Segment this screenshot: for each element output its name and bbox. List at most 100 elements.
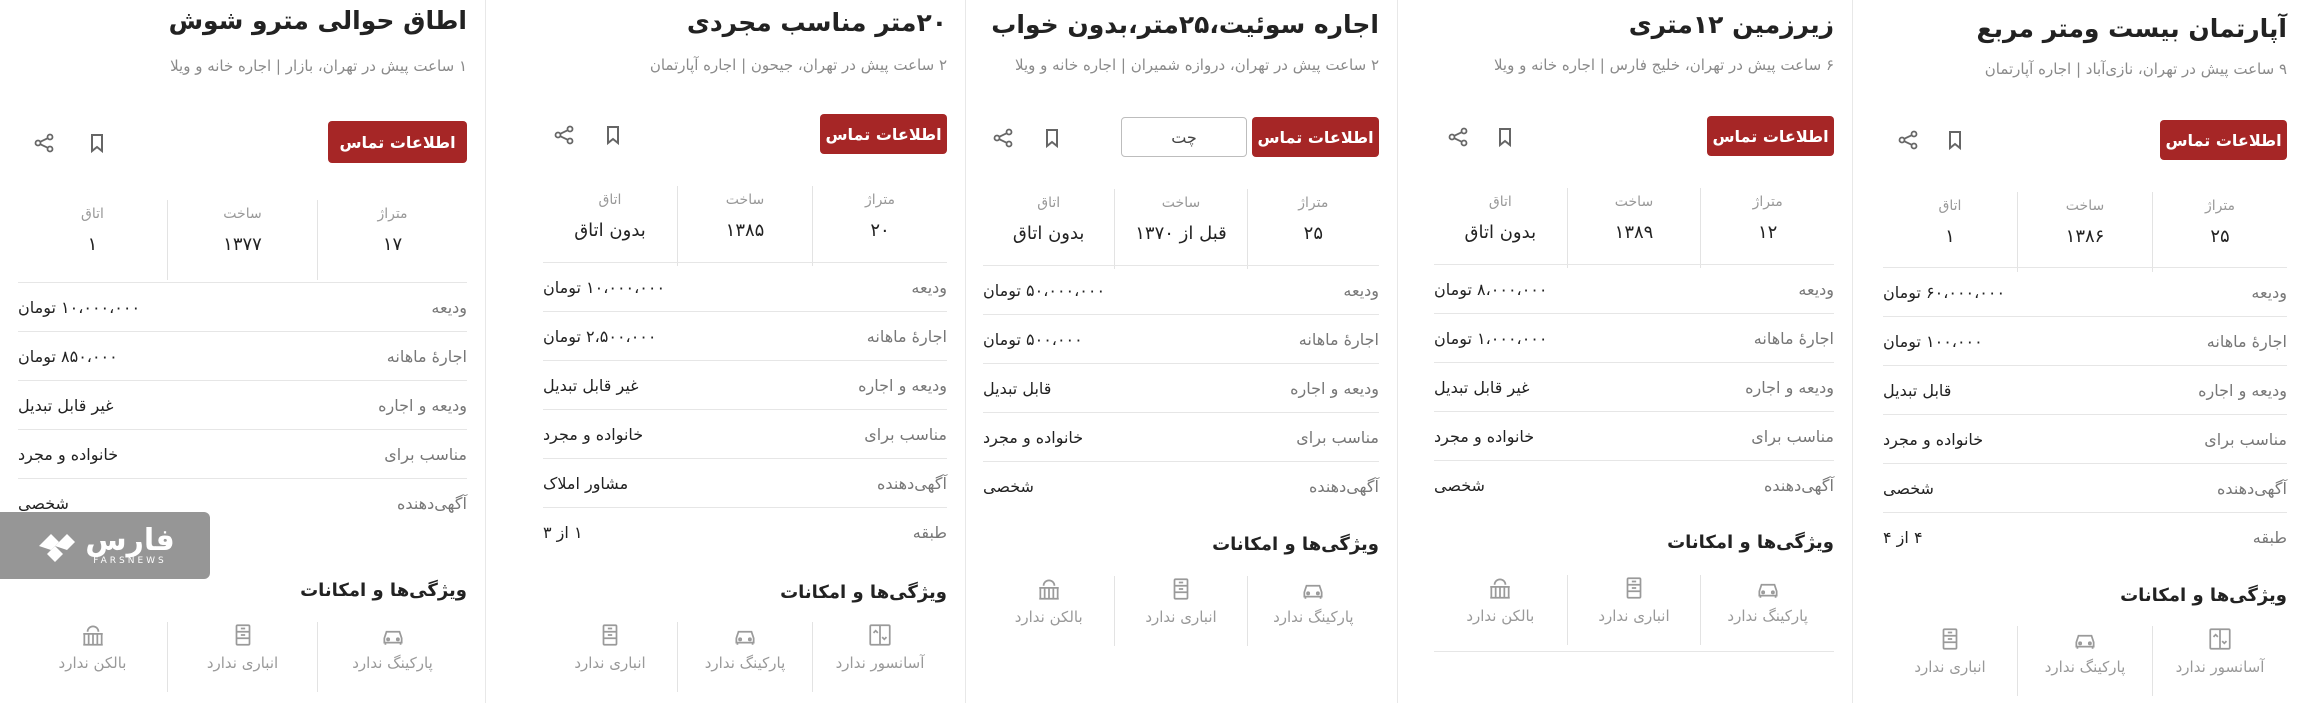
listing-subtitle: ۶ ساعت پیش در تهران، خلیج فارس | اجاره خ… xyxy=(1493,56,1834,74)
row-advertiser: آگهی‌دهنده شخصی xyxy=(1434,460,1834,509)
row-floor: طبقه ۱ از ۳ xyxy=(543,507,947,556)
row-advertiser: آگهی‌دهنده مشاور املاک xyxy=(543,458,947,507)
watermark: فارس FARSNEWS xyxy=(0,512,210,579)
listing-subtitle: ۱ ساعت پیش در تهران، بازار | اجاره خانه … xyxy=(170,57,467,75)
stat-area: متراژ ۲۵ xyxy=(1298,195,1329,244)
feature-storage: انباری ندارد xyxy=(1883,626,2018,696)
row-deposit: ودیعه ۵۰،۰۰۰،۰۰۰ تومان xyxy=(983,265,1379,314)
features-heading: ویژگی‌ها و امکانات xyxy=(780,582,947,603)
stat-built: ساخت ۱۳۸۹ xyxy=(1568,188,1702,268)
listing-panel: اجاره سوئیت،۲۵متر،بدون خواب ۲ ساعت پیش د… xyxy=(965,0,1397,703)
listing-panel: ۲۰متر مناسب مجردی ۲ ساعت پیش در تهران، ج… xyxy=(485,0,965,703)
row-monthly-rent: اجارهٔ ماهانه ۵۰۰،۰۰۰ تومان xyxy=(983,314,1379,363)
row-deposit-rent: ودیعه و اجاره غیر قابل تبدیل xyxy=(543,360,947,409)
stats-bar: متراژ ۲۰ ساخت ۱۳۸۵ اتاق بدون اتاق xyxy=(543,186,947,266)
stats-bar: متراژ ۲۵ ساخت قبل از ۱۳۷۰ اتاق بدون اتاق xyxy=(983,189,1379,269)
stat-area: متراژ ۱۲ xyxy=(1752,194,1783,243)
contact-info-button[interactable]: اطلاعات تماس xyxy=(2160,120,2287,160)
balcony-icon xyxy=(1038,579,1059,600)
bookmark-icon[interactable] xyxy=(1493,125,1517,149)
row-monthly-rent: اجارهٔ ماهانه ۲،۵۰۰،۰۰۰ تومان xyxy=(543,311,947,360)
details-list: ودیعه ۵۰،۰۰۰،۰۰۰ تومان اجارهٔ ماهانه ۵۰۰،۰… xyxy=(983,265,1379,510)
listing-subtitle: ۲ ساعت پیش در تهران، جیحون | اجاره آپارت… xyxy=(649,56,947,74)
row-monthly-rent: اجارهٔ ماهانه ۱،۰۰۰،۰۰۰ تومان xyxy=(1434,313,1834,362)
features-list: پارکینگ ندارد انباری ندارد بالکن ندارد xyxy=(1434,575,1834,645)
stats-bar: متراژ ۲۵ ساخت ۱۳۸۶ اتاق ۱ xyxy=(1883,192,2287,272)
share-icon[interactable] xyxy=(1446,125,1470,149)
feature-storage: انباری ندارد xyxy=(543,622,678,692)
row-suitable-for: مناسب برای خانواده و مجرد xyxy=(1434,411,1834,460)
balcony-icon xyxy=(1490,578,1511,599)
elevator-icon xyxy=(869,624,891,646)
feature-elevator: آسانسور ندارد xyxy=(813,622,947,692)
divider xyxy=(1434,651,1834,652)
contact-info-button[interactable]: اطلاعات تماس xyxy=(328,121,467,163)
feature-parking: پارکینگ ندارد xyxy=(1248,576,1379,646)
chat-button[interactable]: چت xyxy=(1121,117,1247,157)
feature-parking: پارکینگ ندارد xyxy=(318,622,467,692)
row-suitable-for: مناسب برای خانواده و مجرد xyxy=(18,429,467,478)
feature-parking: پارکینگ ندارد xyxy=(1701,575,1834,645)
stat-area: متراژ ۱۷ xyxy=(377,206,408,255)
bookmark-icon[interactable] xyxy=(601,123,625,147)
row-deposit-rent: ودیعه و اجاره قابل تبدیل xyxy=(983,363,1379,412)
row-floor: طبقه ۴ از ۴ xyxy=(1883,512,2287,561)
details-list: ودیعه ۱۰،۰۰۰،۰۰۰ تومان اجارهٔ ماهانه ۲،۵۰۰… xyxy=(543,262,947,556)
feature-parking: پارکینگ ندارد xyxy=(678,622,813,692)
listing-panel: زیرزمین ۱۲متری ۶ ساعت پیش در تهران، خلیج… xyxy=(1397,0,1852,703)
feature-parking: پارکینگ ندارد xyxy=(2018,626,2153,696)
elevator-icon xyxy=(2209,628,2231,650)
stat-rooms: اتاق بدون اتاق xyxy=(543,186,678,266)
feature-storage: انباری ندارد xyxy=(1568,575,1702,645)
listing-title: زیرزمین ۱۲متری xyxy=(1628,10,1834,39)
features-list: پارکینگ ندارد انباری ندارد بالکن ندارد xyxy=(18,622,467,692)
stat-built: ساخت ۱۳۸۵ xyxy=(678,186,813,266)
stat-rooms: اتاق بدون اتاق xyxy=(1434,188,1568,268)
row-suitable-for: مناسب برای خانواده و مجرد xyxy=(983,412,1379,461)
feature-balcony: بالکن ندارد xyxy=(18,622,168,692)
stat-built: ساخت قبل از ۱۳۷۰ xyxy=(1115,189,1248,269)
features-heading: ویژگی‌ها و امکانات xyxy=(1667,532,1834,553)
contact-info-button[interactable]: اطلاعات تماس xyxy=(1707,116,1834,156)
listing-title: آپارتمان بیست ومتر مربع xyxy=(1976,14,2288,43)
features-heading: ویژگی‌ها و امکانات xyxy=(300,580,467,601)
listing-panel: آپارتمان بیست ومتر مربع ۹ ساعت پیش در ته… xyxy=(1852,0,2305,703)
bookmark-icon[interactable] xyxy=(1040,126,1064,150)
stat-built: ساخت ۱۳۷۷ xyxy=(168,200,318,280)
car-icon xyxy=(2075,634,2095,649)
screenshot-strip: اطاق حوالی مترو شوش ۱ ساعت پیش در تهران،… xyxy=(0,0,2305,703)
share-icon[interactable] xyxy=(552,123,576,147)
row-deposit-rent: ودیعه و اجاره قابل تبدیل xyxy=(1883,365,2287,414)
storage-icon xyxy=(235,624,250,646)
stats-bar: متراژ ۱۷ ساخت ۱۳۷۷ اتاق ۱ xyxy=(18,200,467,280)
row-deposit-rent: ودیعه و اجاره غیر قابل تبدیل xyxy=(18,380,467,429)
stat-area: متراژ ۲۰ xyxy=(864,192,896,241)
row-suitable-for: مناسب برای خانواده و مجرد xyxy=(1883,414,2287,463)
features-list: آسانسور ندارد پارکینگ ندارد انباری ندارد xyxy=(1883,626,2287,696)
listing-subtitle: ۹ ساعت پیش در تهران، نازی‌آباد | اجاره آ… xyxy=(1984,60,2287,78)
bookmark-icon[interactable] xyxy=(1943,128,1967,152)
row-deposit: ودیعه ۸،۰۰۰،۰۰۰ تومان xyxy=(1434,264,1834,313)
stat-built: ساخت ۱۳۸۶ xyxy=(2018,192,2153,272)
share-icon[interactable] xyxy=(32,131,56,155)
contact-info-button[interactable]: اطلاعات تماس xyxy=(820,114,947,154)
features-list: پارکینگ ندارد انباری ندارد بالکن ندارد xyxy=(983,576,1379,646)
share-icon[interactable] xyxy=(991,126,1015,150)
car-icon xyxy=(382,630,403,645)
row-suitable-for: مناسب برای خانواده و مجرد xyxy=(543,409,947,458)
stats-bar: متراژ ۱۲ ساخت ۱۳۸۹ اتاق بدون اتاق xyxy=(1434,188,1834,268)
feature-elevator: آسانسور ندارد xyxy=(2153,626,2287,696)
car-icon xyxy=(1758,583,1778,598)
row-deposit-rent: ودیعه و اجاره غیر قابل تبدیل xyxy=(1434,362,1834,411)
farsnews-logo-icon xyxy=(39,533,76,562)
details-list: ودیعه ۶۰،۰۰۰،۰۰۰ تومان اجارهٔ ماهانه ۱۰۰،۰… xyxy=(1883,267,2287,561)
listing-panel: اطاق حوالی مترو شوش ۱ ساعت پیش در تهران،… xyxy=(0,0,485,703)
share-icon[interactable] xyxy=(1896,128,1920,152)
row-deposit: ودیعه ۱۰،۰۰۰،۰۰۰ تومان xyxy=(18,282,467,331)
bookmark-icon[interactable] xyxy=(85,131,109,155)
watermark-brand: فارس xyxy=(85,522,175,558)
contact-info-button[interactable]: اطلاعات تماس xyxy=(1252,117,1379,157)
storage-icon xyxy=(1626,577,1642,599)
details-list: ودیعه ۸،۰۰۰،۰۰۰ تومان اجارهٔ ماهانه ۱،۰۰۰،… xyxy=(1434,264,1834,509)
feature-balcony: بالکن ندارد xyxy=(983,576,1116,646)
